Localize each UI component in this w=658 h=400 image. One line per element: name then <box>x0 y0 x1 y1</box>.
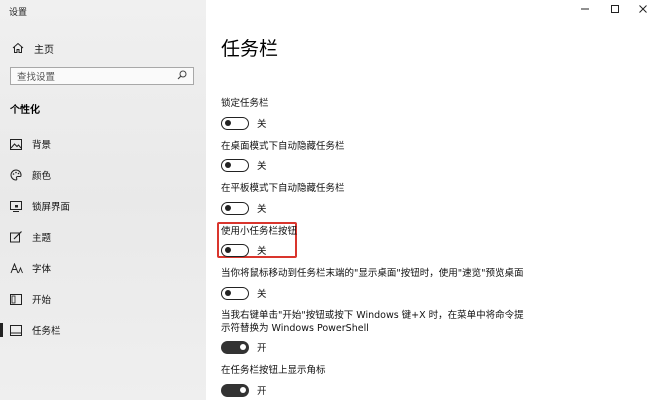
font-icon <box>9 262 23 274</box>
toggle-knob <box>240 387 246 393</box>
sidebar-item-label: 颜色 <box>32 171 52 182</box>
theme-brush-icon <box>9 231 23 243</box>
toggle-knob <box>225 204 231 211</box>
toggle-state: 开 <box>257 386 267 397</box>
sidebar-item-fonts[interactable]: 字体 <box>0 257 206 279</box>
toggle-row-lock-taskbar: 关 <box>221 116 267 130</box>
page-title: 任务栏 <box>221 38 279 60</box>
sidebar-item-background[interactable]: 背景 <box>0 133 206 155</box>
setting-label-badges: 在任务栏按钮上显示角标 <box>221 365 326 376</box>
toggle-state: 关 <box>257 289 267 300</box>
powershell-toggle[interactable] <box>221 340 249 354</box>
sidebar: 设置 主页 查找设置 个性化 背景 颜色 锁屏界面 主题 字体 开始 任务栏 <box>0 0 206 400</box>
sidebar-item-label: 背景 <box>32 140 52 151</box>
toggle-row-powershell: 开 <box>221 340 267 354</box>
minimize-button[interactable] <box>574 3 596 17</box>
sidebar-item-label: 任务栏 <box>32 326 61 337</box>
toggle-state: 关 <box>257 119 267 130</box>
sidebar-item-label: 锁屏界面 <box>32 202 71 213</box>
toggle-row-badges: 开 <box>221 383 267 397</box>
lock-screen-icon <box>9 200 23 212</box>
peek-toggle[interactable] <box>221 286 249 300</box>
sidebar-item-lock-screen[interactable]: 锁屏界面 <box>0 195 206 217</box>
close-button[interactable] <box>632 3 654 17</box>
setting-label-autohide-tablet: 在平板模式下自动隐藏任务栏 <box>221 183 345 194</box>
toggle-state: 开 <box>257 343 267 354</box>
small-taskbar-buttons-toggle[interactable] <box>221 243 249 257</box>
toggle-knob <box>225 246 231 253</box>
start-icon <box>9 293 23 305</box>
toggle-knob <box>225 161 231 168</box>
window-title: 设置 <box>9 8 28 18</box>
picture-icon <box>9 138 23 150</box>
main-content: 任务栏 锁定任务栏 关 在桌面模式下自动隐藏任务栏 关 在平板模式下自动隐藏任务… <box>206 0 658 400</box>
toggle-row-autohide-tablet: 关 <box>221 201 267 215</box>
search-placeholder: 查找设置 <box>17 72 56 83</box>
sidebar-item-label: 开始 <box>32 295 52 306</box>
maximize-button[interactable] <box>604 3 626 17</box>
sidebar-item-label: 字体 <box>32 264 52 275</box>
home-label: 主页 <box>34 44 54 56</box>
section-title: 个性化 <box>10 105 40 116</box>
setting-label-powershell-line2: 示符替换为 Windows PowerShell <box>221 323 369 334</box>
toggle-state: 关 <box>257 246 267 257</box>
home-icon <box>11 42 25 54</box>
minimize-icon <box>580 4 590 17</box>
toggle-state: 关 <box>257 204 267 215</box>
setting-label-lock-taskbar: 锁定任务栏 <box>221 98 269 109</box>
search-input[interactable]: 查找设置 <box>10 67 194 85</box>
search-icon[interactable] <box>177 70 187 83</box>
autohide-desktop-toggle[interactable] <box>221 158 249 172</box>
sidebar-item-themes[interactable]: 主题 <box>0 226 206 248</box>
close-icon <box>638 4 648 17</box>
setting-label-small-buttons: 使用小任务栏按钮 <box>221 226 298 237</box>
badges-toggle[interactable] <box>221 383 249 397</box>
sidebar-item-taskbar[interactable]: 任务栏 <box>0 319 206 341</box>
toggle-knob <box>225 289 231 296</box>
setting-label-powershell-line1: 当我右键单击"开始"按钮或按下 Windows 键+X 时，在菜单中将命令提 <box>221 310 524 321</box>
sidebar-item-label: 主题 <box>32 233 52 244</box>
maximize-icon <box>610 4 620 17</box>
setting-label-peek: 当你将鼠标移动到任务栏末端的"显示桌面"按钮时，使用"速览"预览桌面 <box>221 268 524 279</box>
toggle-row-small-buttons: 关 <box>221 243 267 257</box>
selection-indicator <box>0 323 3 337</box>
sidebar-item-start[interactable]: 开始 <box>0 288 206 310</box>
toggle-row-peek: 关 <box>221 286 267 300</box>
home-nav-item[interactable]: 主页 <box>11 40 54 56</box>
toggle-row-autohide-desktop: 关 <box>221 158 267 172</box>
toggle-knob <box>240 344 246 350</box>
autohide-tablet-toggle[interactable] <box>221 201 249 215</box>
taskbar-icon <box>9 324 23 336</box>
setting-label-autohide-desktop: 在桌面模式下自动隐藏任务栏 <box>221 141 345 152</box>
toggle-state: 关 <box>257 161 267 172</box>
sidebar-item-colors[interactable]: 颜色 <box>0 164 206 186</box>
toggle-knob <box>225 119 231 126</box>
palette-icon <box>9 169 23 181</box>
lock-taskbar-toggle[interactable] <box>221 116 249 130</box>
